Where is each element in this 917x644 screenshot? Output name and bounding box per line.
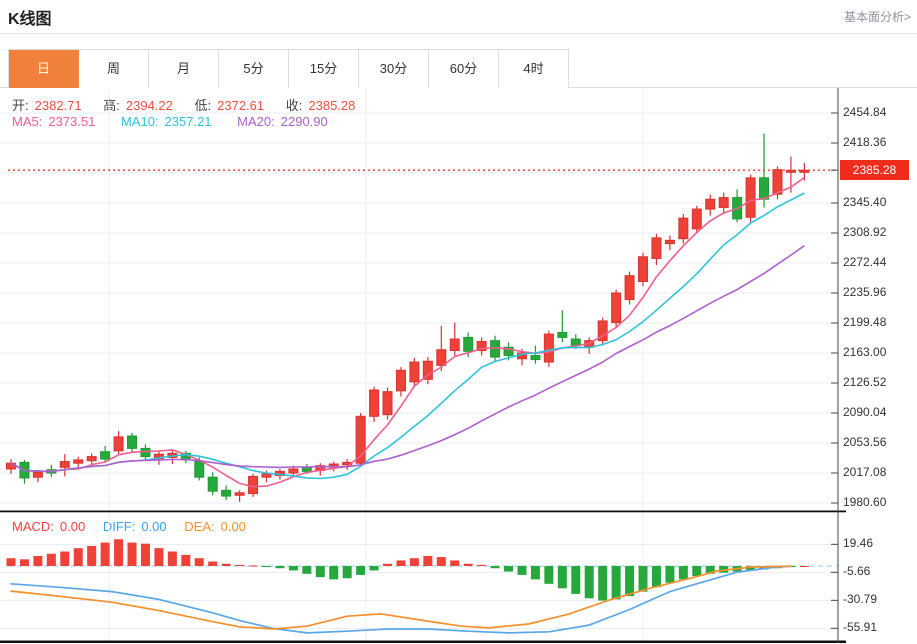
tab-15分[interactable]: 15分 [289,50,359,88]
y-axis-label: 2418.36 [843,135,887,149]
fundamental-analysis-link[interactable]: 基本面分析> [844,8,911,25]
y-axis-label: 2017.08 [843,465,887,479]
y-axis-label: -55.91 [843,620,878,635]
current-price-tag: 2385.28 [840,160,909,180]
y-axis-label: 2345.40 [843,195,887,209]
tab-60分[interactable]: 60分 [429,50,499,88]
y-axis-label: 2235.96 [843,285,887,299]
header-divider [0,33,917,34]
y-axis-label: 2053.56 [843,435,887,449]
y-axis-label: 2272.44 [843,255,887,269]
page-title: K线图 [8,11,52,28]
y-axis-label: -5.66 [843,564,871,579]
tab-周[interactable]: 周 [79,50,149,88]
kline-chart-canvas[interactable] [0,88,917,644]
tab-月[interactable]: 月 [149,50,219,88]
y-axis-label: 2454.84 [843,105,887,119]
tab-4时[interactable]: 4时 [499,50,569,88]
y-axis-label: -30.79 [843,592,878,607]
y-axis-label: 2163.00 [843,345,887,359]
y-axis-label: 2090.04 [843,405,887,419]
y-axis-label: 2199.48 [843,315,887,329]
y-axis-label: 19.46 [843,536,874,551]
timeframe-tabbar: 日周月 5分 15分 30分 60分 4时 [0,49,917,88]
y-axis-label: 2308.92 [843,225,887,239]
tab-日[interactable]: 日 [9,50,79,88]
kline-app: K线图 基本面分析> 日周月 5分 15分 30分 60分 4时 开: 2382.71 高:… [0,0,917,644]
tab-5分[interactable]: 5分 [219,50,289,88]
timeframe-tabs: 日周月 5分 15分 30分 60分 4时 [8,49,569,88]
tab-30分[interactable]: 30分 [359,50,429,88]
y-axis-label: 2126.52 [843,375,887,389]
y-axis-label: 1980.60 [843,495,887,509]
